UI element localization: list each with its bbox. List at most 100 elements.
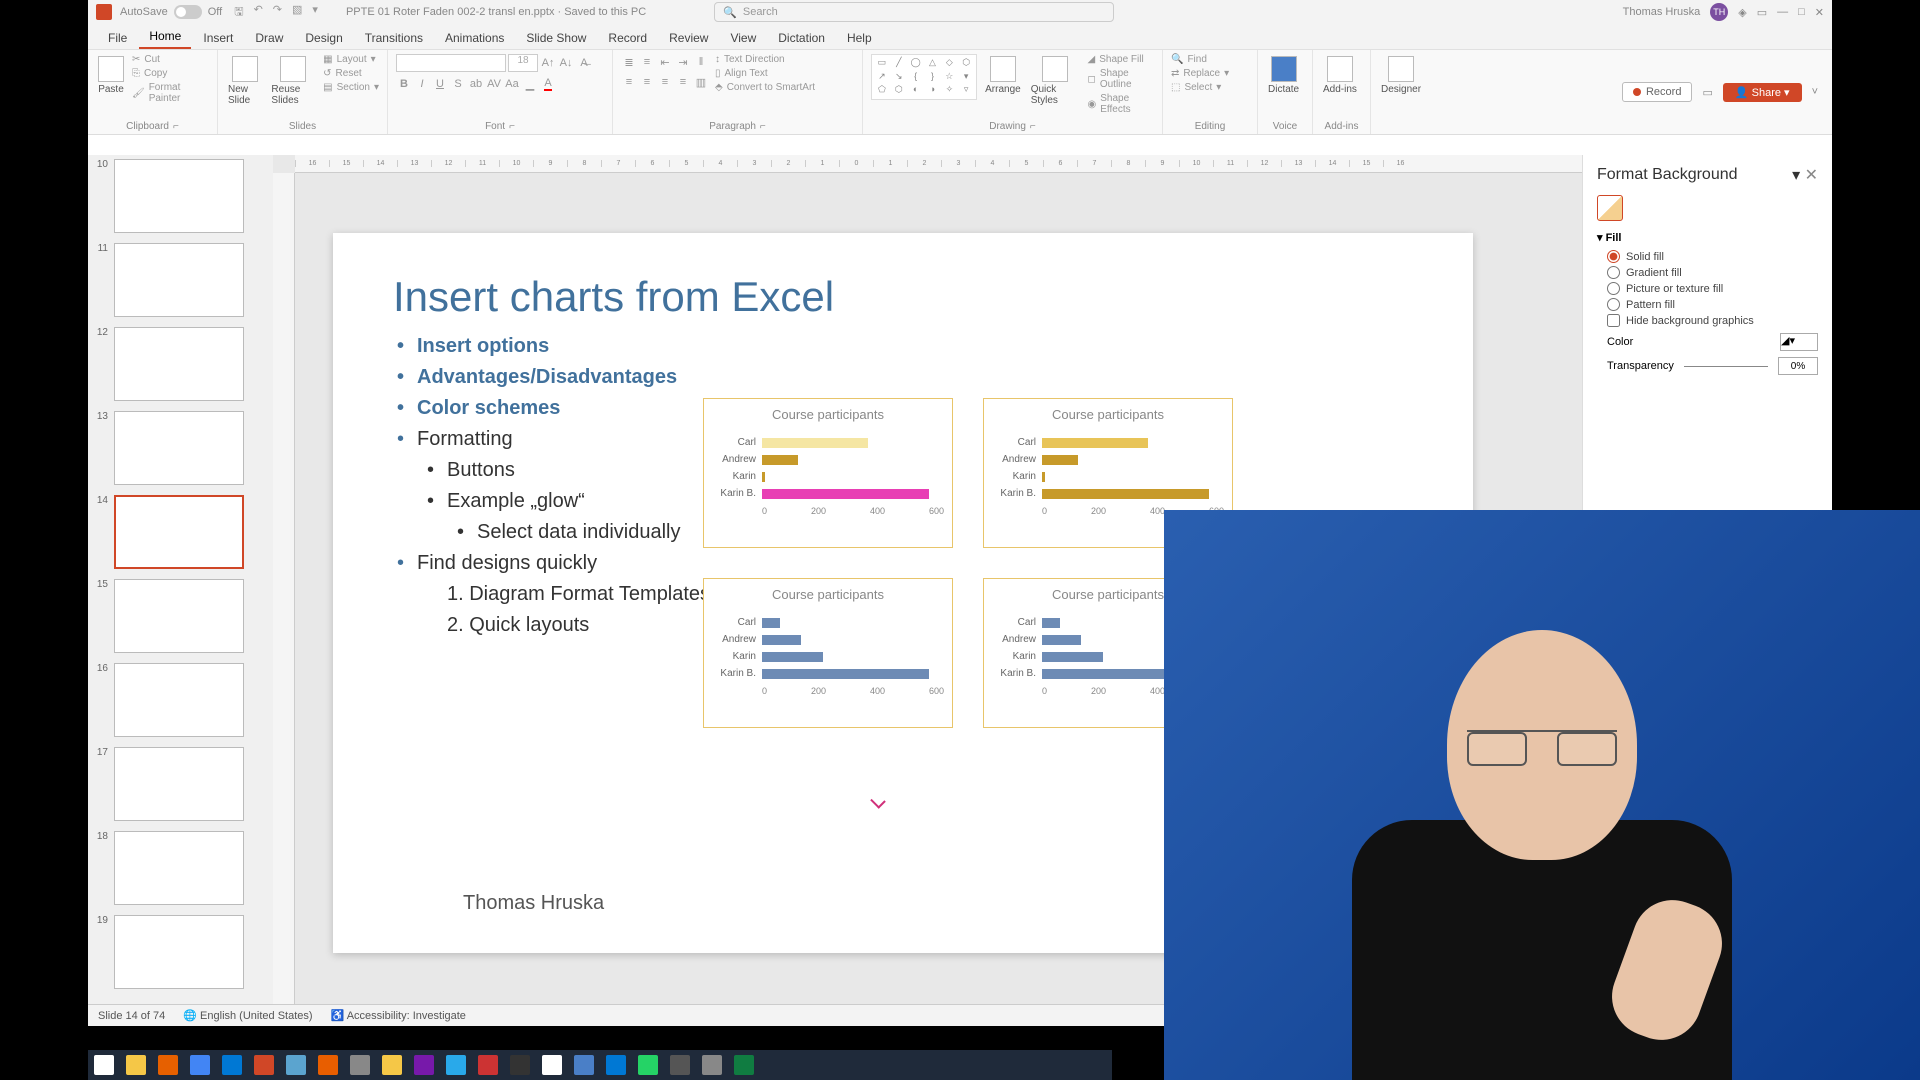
tab-help[interactable]: Help [837, 27, 882, 49]
select-button[interactable]: ⬚Select ▾ [1171, 82, 1229, 93]
dialog-launcher-icon[interactable]: ⌐ [173, 121, 179, 132]
shadow-button[interactable]: ab [468, 76, 484, 92]
whatsapp-icon[interactable] [638, 1055, 658, 1075]
close-icon[interactable]: ✕ [1815, 6, 1824, 19]
excel-icon[interactable] [734, 1055, 754, 1075]
cut-button[interactable]: ✂Cut [132, 54, 209, 65]
thumbnail-17[interactable]: 17 [94, 747, 267, 821]
case-button[interactable]: Aa [504, 76, 520, 92]
align-right-button[interactable]: ≡ [657, 74, 673, 90]
start-icon[interactable] [94, 1055, 114, 1075]
app4-icon[interactable] [478, 1055, 498, 1075]
format-painter-button[interactable]: 🖌Format Painter [132, 82, 209, 104]
app10-icon[interactable] [702, 1055, 722, 1075]
thumbnail-14[interactable]: 14 [94, 495, 267, 569]
underline-button[interactable]: U [432, 76, 448, 92]
arrange-button[interactable]: Arrange [983, 54, 1023, 97]
pattern-fill-radio[interactable]: Pattern fill [1607, 298, 1818, 311]
solid-fill-radio[interactable]: Solid fill [1607, 250, 1818, 263]
app3-icon[interactable] [382, 1055, 402, 1075]
italic-button[interactable]: I [414, 76, 430, 92]
justify-button[interactable]: ≡ [675, 74, 691, 90]
paste-button[interactable]: Paste [96, 54, 126, 97]
font-size-select[interactable]: 18 [508, 54, 538, 72]
clear-format-icon[interactable]: A̶ [576, 55, 592, 71]
chrome-icon[interactable] [190, 1055, 210, 1075]
present-icon[interactable]: ▭ [1702, 86, 1712, 99]
tab-review[interactable]: Review [659, 27, 718, 49]
dictate-button[interactable]: Dictate [1266, 54, 1301, 97]
minimize-icon[interactable]: — [1777, 6, 1788, 18]
tab-draw[interactable]: Draw [245, 27, 293, 49]
firefox-icon[interactable] [158, 1055, 178, 1075]
addins-button[interactable]: Add-ins [1321, 54, 1359, 97]
dialog-launcher-icon[interactable]: ⌐ [509, 121, 515, 132]
autosave-toggle[interactable]: AutoSave Off [120, 5, 222, 19]
embedded-chart-3[interactable]: Course participantsCarlAndrewKarinKarin … [703, 578, 953, 728]
language-status[interactable]: 🌐 English (United States) [183, 1009, 312, 1022]
align-left-button[interactable]: ≡ [621, 74, 637, 90]
undo-icon[interactable]: ↶ [254, 3, 263, 22]
onenote-icon[interactable] [414, 1055, 434, 1075]
user-avatar-icon[interactable]: TH [1710, 3, 1728, 21]
thumbnail-11[interactable]: 11 [94, 243, 267, 317]
shape-fill-button[interactable]: ◢Shape Fill [1088, 54, 1154, 65]
columns-button[interactable]: ▥ [693, 74, 709, 90]
bold-button[interactable]: B [396, 76, 412, 92]
save-icon[interactable]: 🖫 [234, 3, 243, 22]
thumbnail-15[interactable]: 15 [94, 579, 267, 653]
align-text-button[interactable]: ▯Align Text [715, 68, 815, 79]
telegram-icon[interactable] [446, 1055, 466, 1075]
app6-icon[interactable] [542, 1055, 562, 1075]
slide-counter[interactable]: Slide 14 of 74 [98, 1010, 165, 1022]
pane-options-icon[interactable]: ▾ [1792, 167, 1800, 184]
gradient-fill-radio[interactable]: Gradient fill [1607, 266, 1818, 279]
fill-tab-icon[interactable] [1597, 195, 1623, 221]
record-button[interactable]: Record [1622, 82, 1692, 102]
app7-icon[interactable] [574, 1055, 594, 1075]
app5-icon[interactable] [510, 1055, 530, 1075]
layout-button[interactable]: ▦Layout ▾ [323, 54, 379, 65]
outlook-icon[interactable] [222, 1055, 242, 1075]
slideshow-icon[interactable]: ▧ [292, 3, 302, 22]
thumbnail-10[interactable]: 10 [94, 159, 267, 233]
accessibility-status[interactable]: ♿ Accessibility: Investigate [331, 1009, 466, 1022]
ribbon-mode-icon[interactable]: ▭ [1757, 6, 1767, 19]
tab-dictation[interactable]: Dictation [768, 27, 835, 49]
thumbnail-16[interactable]: 16 [94, 663, 267, 737]
maximize-icon[interactable]: □ [1798, 6, 1805, 18]
align-center-button[interactable]: ≡ [639, 74, 655, 90]
smartart-button[interactable]: ⬘Convert to SmartArt [715, 82, 815, 93]
spacing-button[interactable]: AV [486, 76, 502, 92]
copy-button[interactable]: ⎘Copy [132, 68, 209, 79]
app2-icon[interactable] [350, 1055, 370, 1075]
numbering-button[interactable]: ≡ [639, 54, 655, 70]
font-family-select[interactable] [396, 54, 506, 72]
section-button[interactable]: ▤Section ▾ [323, 82, 379, 93]
quick-styles-button[interactable]: Quick Styles [1029, 54, 1082, 108]
document-name[interactable]: PPTE 01 Roter Faden 002-2 transl en.pptx… [346, 6, 646, 18]
user-name[interactable]: Thomas Hruska [1623, 6, 1701, 18]
slide-title[interactable]: Insert charts from Excel [333, 233, 1473, 331]
tab-file[interactable]: File [98, 27, 137, 49]
thumbnail-19[interactable]: 19 [94, 915, 267, 989]
font-color-button[interactable]: A [540, 76, 556, 92]
line-spacing-button[interactable]: ‖ [693, 54, 709, 70]
thumbnail-18[interactable]: 18 [94, 831, 267, 905]
redo-icon[interactable]: ↷ [273, 3, 282, 22]
dialog-launcher-icon[interactable]: ⌐ [1030, 121, 1036, 132]
explorer-icon[interactable] [126, 1055, 146, 1075]
bullet-link[interactable]: Advantages/Disadvantages [393, 362, 1413, 393]
shrink-font-icon[interactable]: A↓ [558, 55, 574, 71]
app9-icon[interactable] [670, 1055, 690, 1075]
thumbnail-13[interactable]: 13 [94, 411, 267, 485]
picture-fill-radio[interactable]: Picture or texture fill [1607, 282, 1818, 295]
shape-outline-button[interactable]: ◻Shape Outline [1088, 68, 1154, 90]
tab-design[interactable]: Design [295, 27, 352, 49]
search-box[interactable]: 🔍 Search [714, 2, 1114, 22]
designer-button[interactable]: Designer [1379, 54, 1423, 97]
fill-section-header[interactable]: ▾ Fill [1597, 231, 1818, 244]
powerpoint-icon[interactable] [254, 1055, 274, 1075]
tab-slide-show[interactable]: Slide Show [516, 27, 596, 49]
embedded-chart-1[interactable]: Course participantsCarlAndrewKarinKarin … [703, 398, 953, 548]
